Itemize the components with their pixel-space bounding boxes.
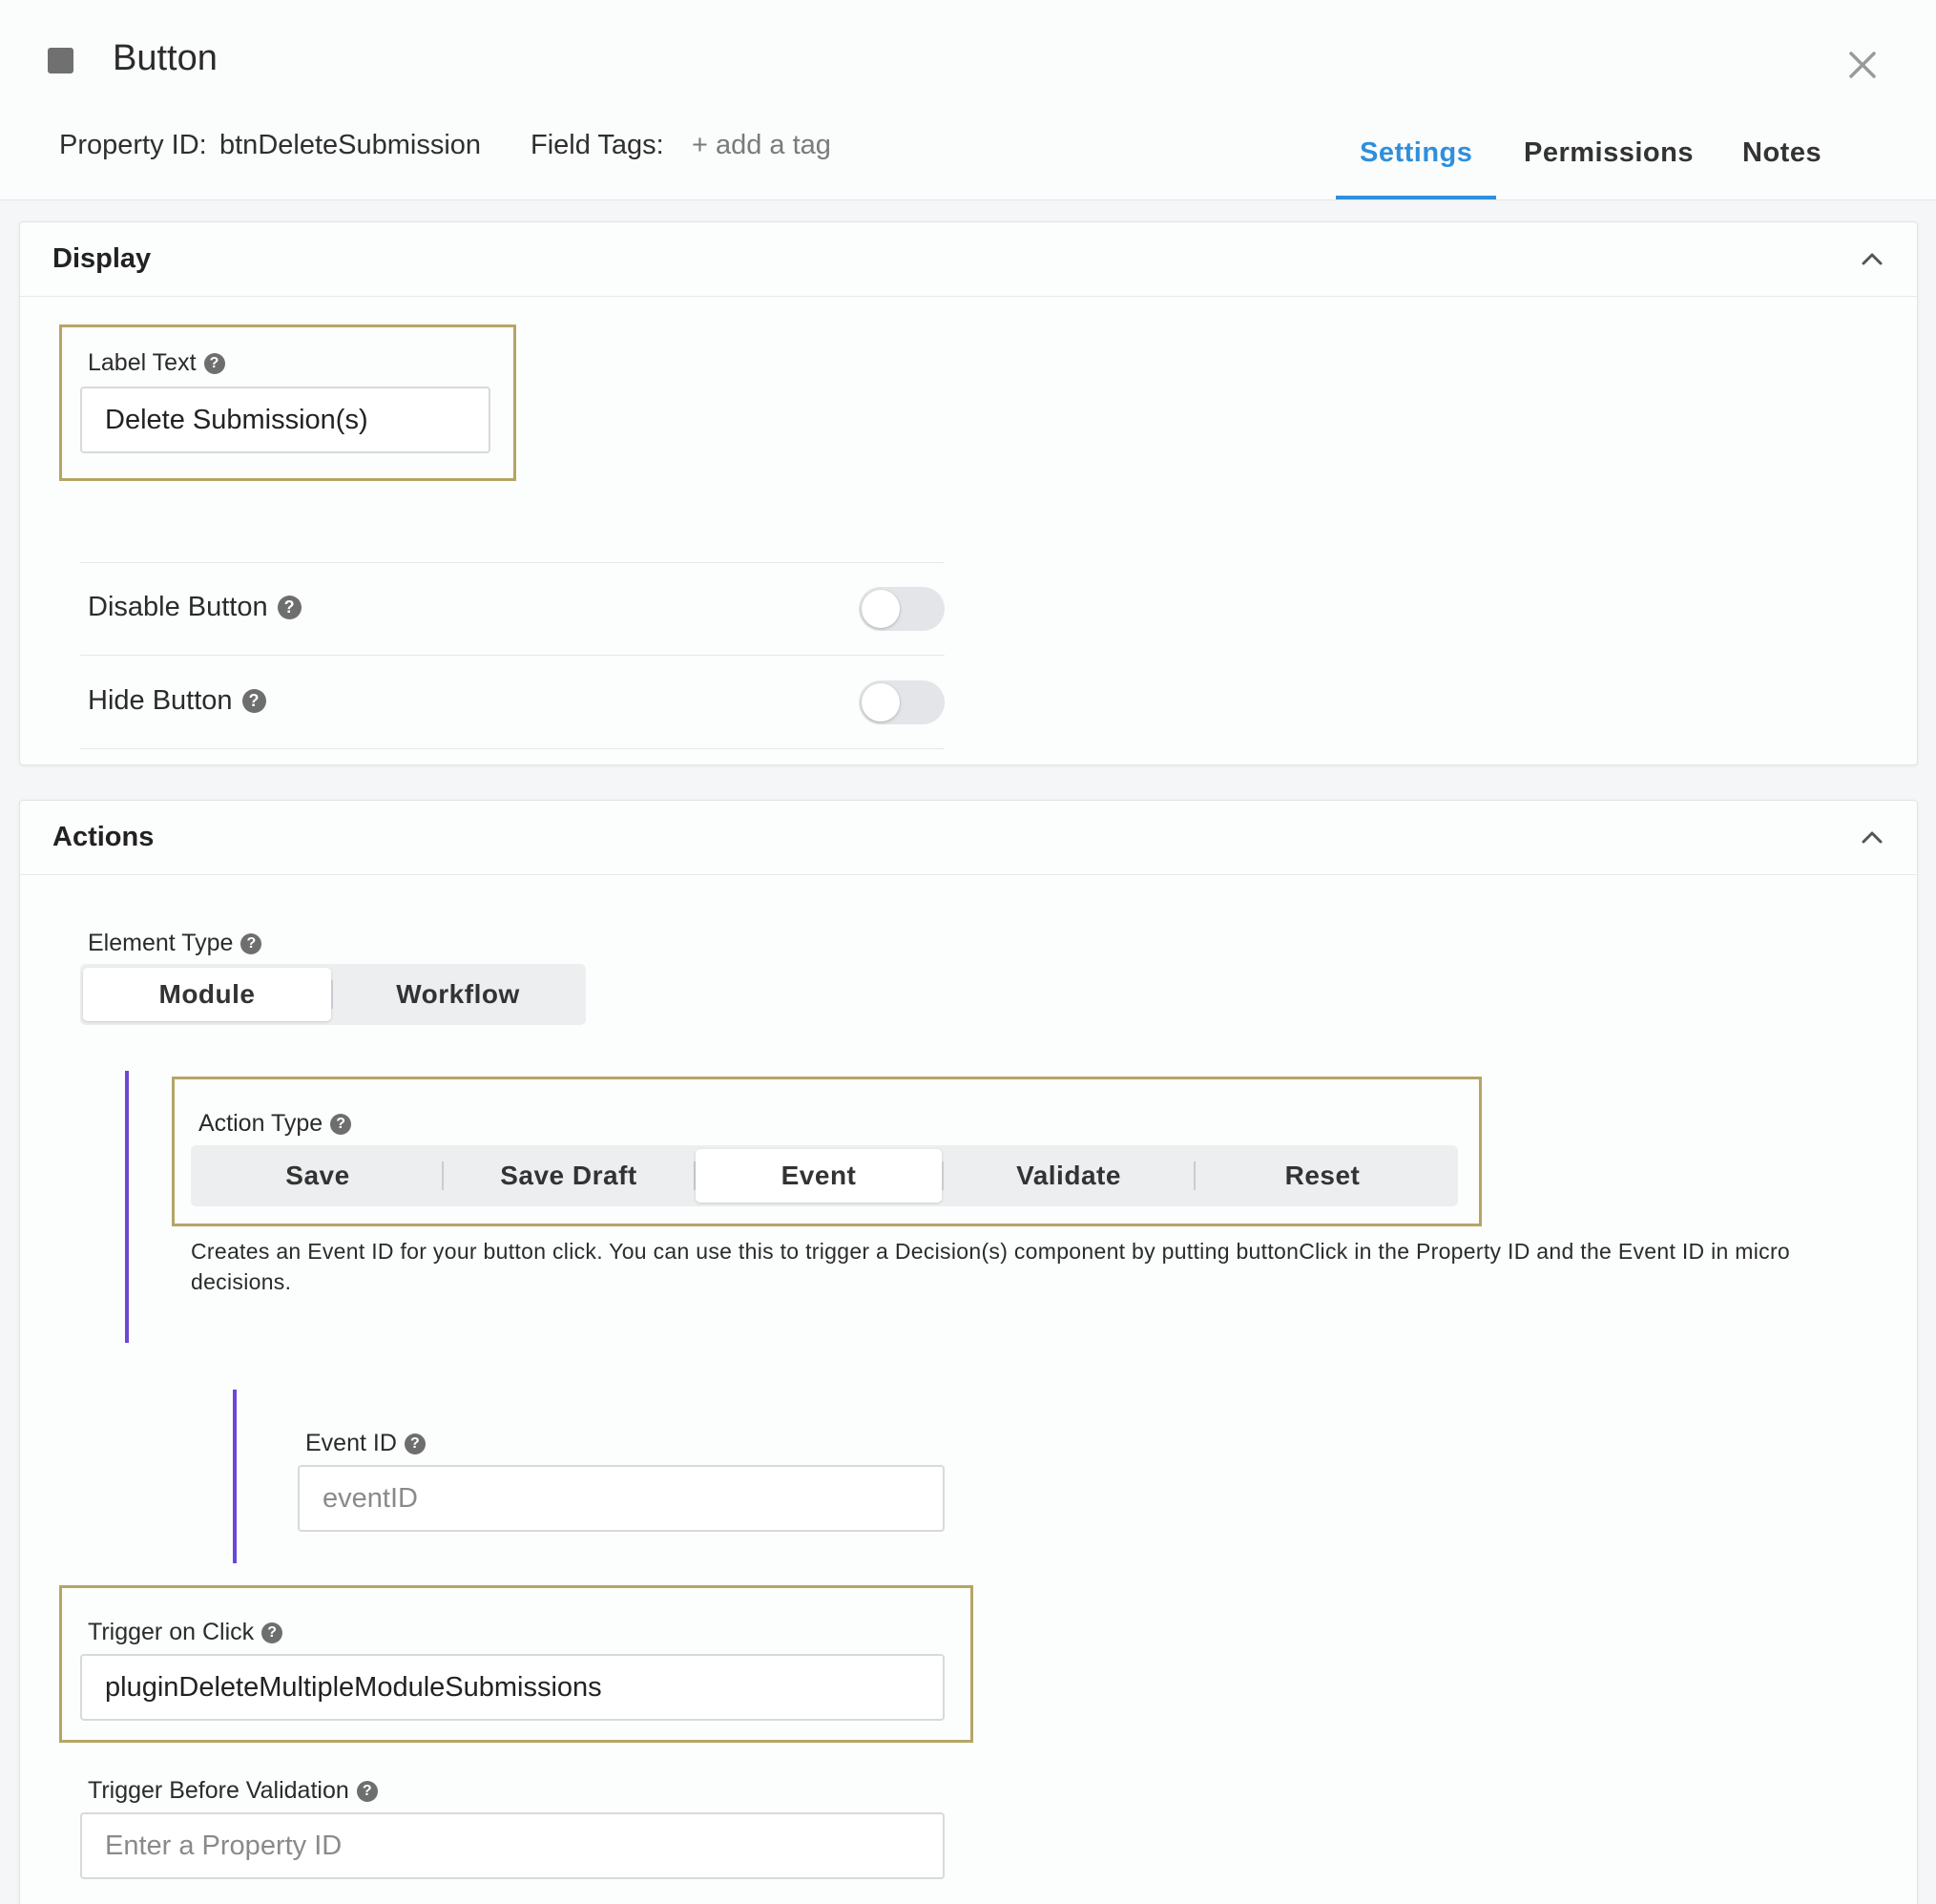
- toggle-knob: [862, 683, 900, 722]
- event-id-label: Event ID ?: [305, 1430, 426, 1457]
- question-circle-icon[interactable]: ?: [240, 932, 262, 954]
- modal-header: Button Property ID: btnDeleteSubmission …: [0, 0, 1936, 200]
- label-text-label-text: Label Text: [88, 349, 197, 376]
- trigger-on-click-input[interactable]: [80, 1654, 945, 1721]
- event-id-input[interactable]: [298, 1465, 945, 1532]
- question-circle-icon[interactable]: ?: [203, 352, 225, 374]
- hide-button-label-text: Hide Button: [88, 685, 233, 716]
- chevron-up-icon[interactable]: [1858, 824, 1886, 852]
- element-type-workflow[interactable]: Workflow: [333, 968, 583, 1021]
- field-tags-label: Field Tags:: [531, 130, 664, 160]
- question-circle-icon[interactable]: ?: [330, 1113, 352, 1135]
- event-id-label-text: Event ID: [305, 1430, 397, 1456]
- element-type-segmented-control: Module Workflow: [80, 964, 586, 1025]
- property-id-label: Property ID:: [59, 130, 207, 160]
- tab-notes[interactable]: Notes: [1742, 137, 1822, 169]
- divider: [80, 562, 945, 563]
- divider: [80, 655, 945, 656]
- action-type-label-text: Action Type: [198, 1110, 323, 1137]
- add-tag-link[interactable]: + add a tag: [692, 130, 831, 161]
- close-icon[interactable]: [1845, 48, 1880, 82]
- disable-button-toggle[interactable]: [859, 587, 945, 631]
- action-type-validate[interactable]: Validate: [944, 1149, 1194, 1203]
- hide-button-label: Hide Button ?: [88, 685, 266, 717]
- action-type-save-draft[interactable]: Save Draft: [444, 1149, 694, 1203]
- question-circle-icon[interactable]: ?: [277, 596, 302, 619]
- action-type-description: Creates an Event ID for your button clic…: [191, 1239, 1791, 1294]
- element-type-module[interactable]: Module: [83, 968, 331, 1021]
- action-type-reset[interactable]: Reset: [1196, 1149, 1449, 1203]
- trigger-before-validation-label: Trigger Before Validation ?: [88, 1777, 378, 1805]
- page-title: Button: [113, 38, 218, 78]
- disable-button-label-text: Disable Button: [88, 592, 268, 622]
- tab-permissions[interactable]: Permissions: [1524, 137, 1694, 169]
- nested-indicator-bar: [125, 1071, 129, 1343]
- property-id-value: btnDeleteSubmission: [219, 130, 482, 160]
- action-type-save[interactable]: Save: [194, 1149, 442, 1203]
- hide-button-toggle[interactable]: [859, 680, 945, 724]
- element-type-label: Element Type ?: [88, 930, 262, 957]
- display-panel-header[interactable]: Display: [20, 222, 1917, 297]
- question-circle-icon[interactable]: ?: [404, 1433, 426, 1454]
- question-circle-icon[interactable]: ?: [241, 689, 266, 713]
- display-panel-title: Display: [52, 243, 152, 274]
- display-panel: Display: [19, 221, 1918, 765]
- chevron-up-icon[interactable]: [1858, 245, 1886, 274]
- tab-settings[interactable]: Settings: [1360, 137, 1472, 169]
- label-text-label: Label Text ?: [88, 349, 225, 377]
- active-tab-indicator: [1336, 196, 1496, 199]
- question-circle-icon[interactable]: ?: [261, 1622, 283, 1643]
- toggle-knob: [862, 590, 900, 628]
- trigger-before-validation-label-text: Trigger Before Validation: [88, 1777, 349, 1804]
- trigger-before-validation-input[interactable]: [80, 1812, 945, 1879]
- element-type-label-text: Element Type: [88, 930, 234, 956]
- action-type-event[interactable]: Event: [696, 1149, 942, 1203]
- actions-panel-header[interactable]: Actions: [20, 801, 1917, 875]
- action-type-label: Action Type ?: [198, 1110, 352, 1138]
- nested-indicator-bar: [233, 1390, 237, 1563]
- disable-button-label: Disable Button ?: [88, 592, 302, 623]
- trigger-on-click-label-text: Trigger on Click: [88, 1619, 255, 1645]
- square-icon: [48, 48, 73, 73]
- trigger-on-click-label: Trigger on Click ?: [88, 1619, 283, 1646]
- action-type-segmented-control: Save Save Draft Event Validate Reset: [191, 1145, 1458, 1206]
- label-text-input[interactable]: [80, 387, 490, 453]
- actions-panel-title: Actions: [52, 822, 155, 852]
- question-circle-icon[interactable]: ?: [356, 1780, 378, 1802]
- divider: [80, 748, 945, 749]
